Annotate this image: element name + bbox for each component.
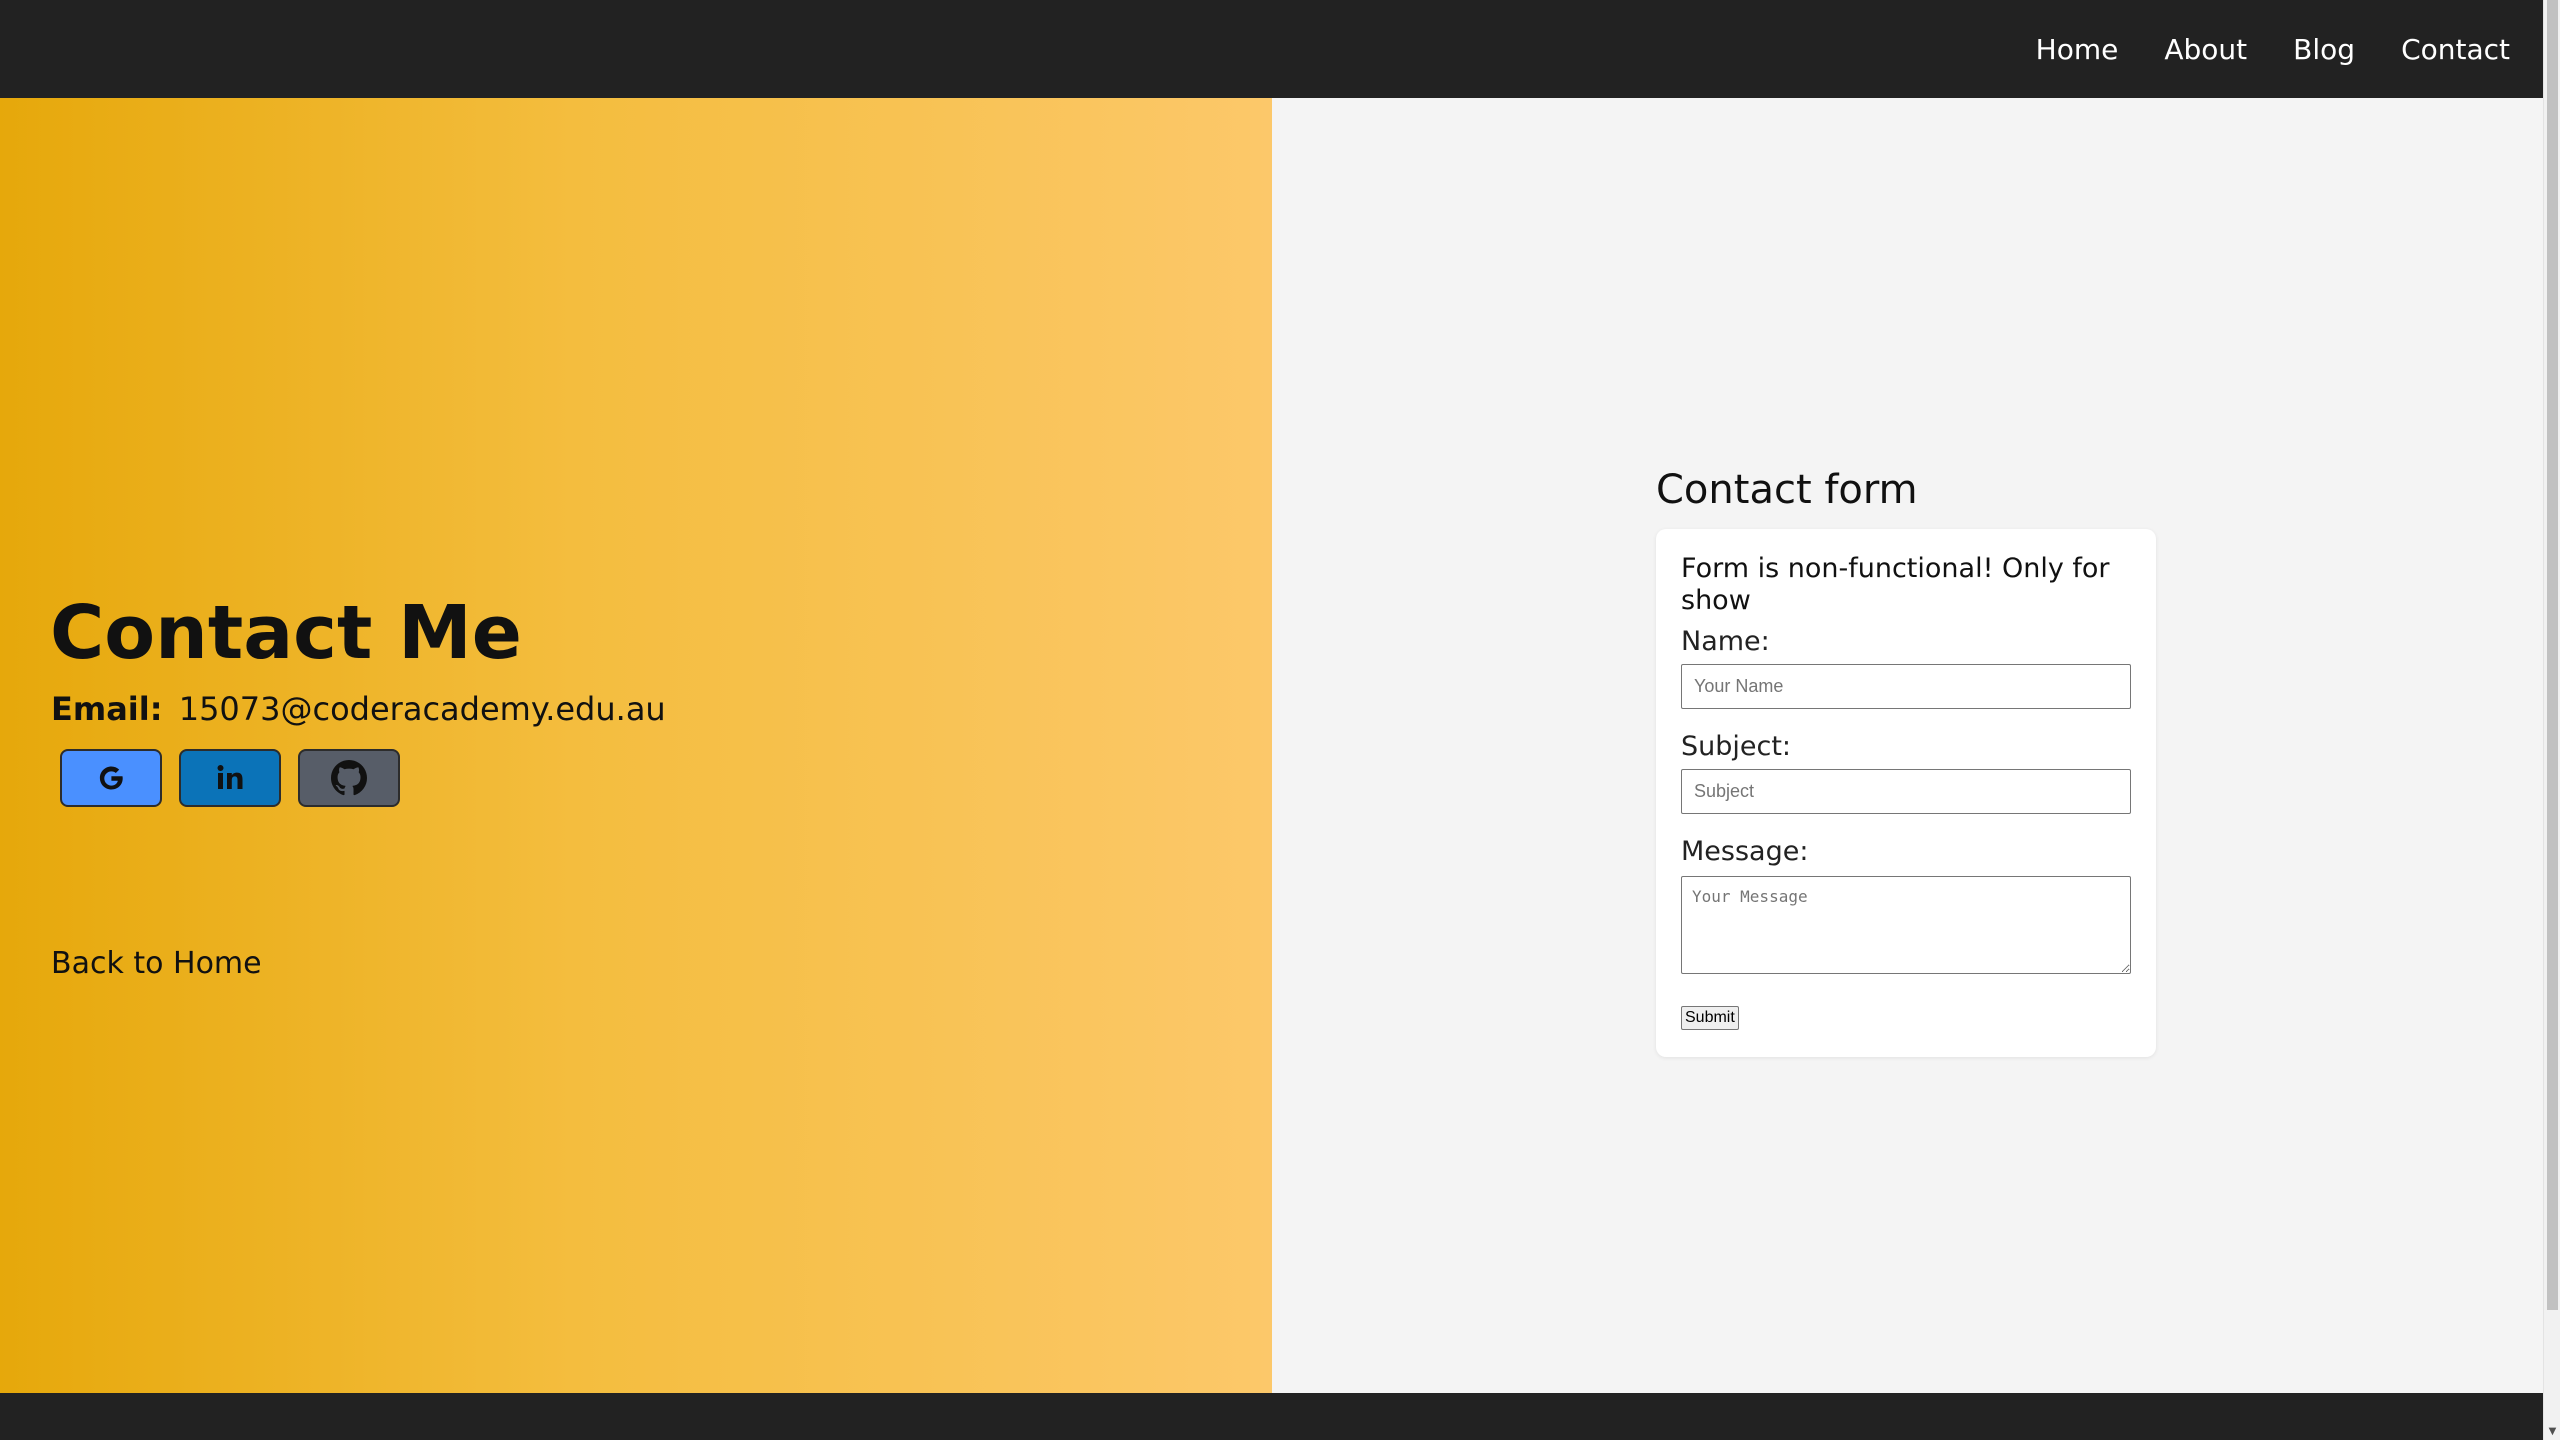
name-label: Name: bbox=[1681, 626, 1770, 657]
contact-form: Form is non-functional! Only for show Na… bbox=[1656, 529, 2156, 1057]
email-label: Email: bbox=[51, 690, 163, 728]
social-buttons bbox=[60, 749, 400, 807]
subject-input[interactable] bbox=[1681, 769, 2131, 814]
scrollbar-thumb[interactable] bbox=[2547, 0, 2558, 1310]
linkedin-button[interactable] bbox=[179, 749, 281, 807]
subject-label: Subject: bbox=[1681, 731, 1792, 762]
nav-about-link[interactable]: About bbox=[2164, 33, 2247, 66]
footer bbox=[0, 1393, 2543, 1440]
google-icon bbox=[93, 760, 129, 796]
github-icon bbox=[331, 760, 367, 796]
name-input[interactable] bbox=[1681, 664, 2131, 709]
scroll-down-arrow-icon[interactable]: ▼ bbox=[2544, 1423, 2560, 1440]
nav-contact-link[interactable]: Contact bbox=[2401, 33, 2510, 66]
page-title: Contact Me bbox=[50, 590, 522, 676]
form-heading: Contact form bbox=[1656, 467, 1918, 513]
submit-button[interactable]: Submit bbox=[1681, 1006, 1739, 1030]
page: Home About Blog Contact Contact Me Email… bbox=[0, 0, 2543, 1440]
email-address: 15073@coderacademy.edu.au bbox=[178, 690, 666, 728]
vertical-scrollbar[interactable]: ▼ bbox=[2543, 0, 2560, 1440]
message-label: Message: bbox=[1681, 836, 1809, 867]
email-line: Email: 15073@coderacademy.edu.au bbox=[51, 690, 666, 728]
navbar: Home About Blog Contact bbox=[0, 0, 2543, 98]
nav-home-link[interactable]: Home bbox=[2036, 33, 2119, 66]
github-button[interactable] bbox=[298, 749, 400, 807]
contact-info-panel: Contact Me Email: 15073@coderacademy.edu… bbox=[0, 98, 1272, 1393]
contact-form-panel: Contact form Form is non-functional! Onl… bbox=[1272, 98, 2543, 1393]
message-textarea[interactable] bbox=[1681, 876, 2131, 974]
form-notice: Form is non-functional! Only for show bbox=[1681, 553, 2110, 616]
back-to-home-link[interactable]: Back to Home bbox=[51, 946, 262, 981]
linkedin-icon bbox=[212, 760, 248, 796]
nav-links: Home About Blog Contact bbox=[2036, 0, 2510, 98]
google-button[interactable] bbox=[60, 749, 162, 807]
nav-blog-link[interactable]: Blog bbox=[2293, 33, 2355, 66]
